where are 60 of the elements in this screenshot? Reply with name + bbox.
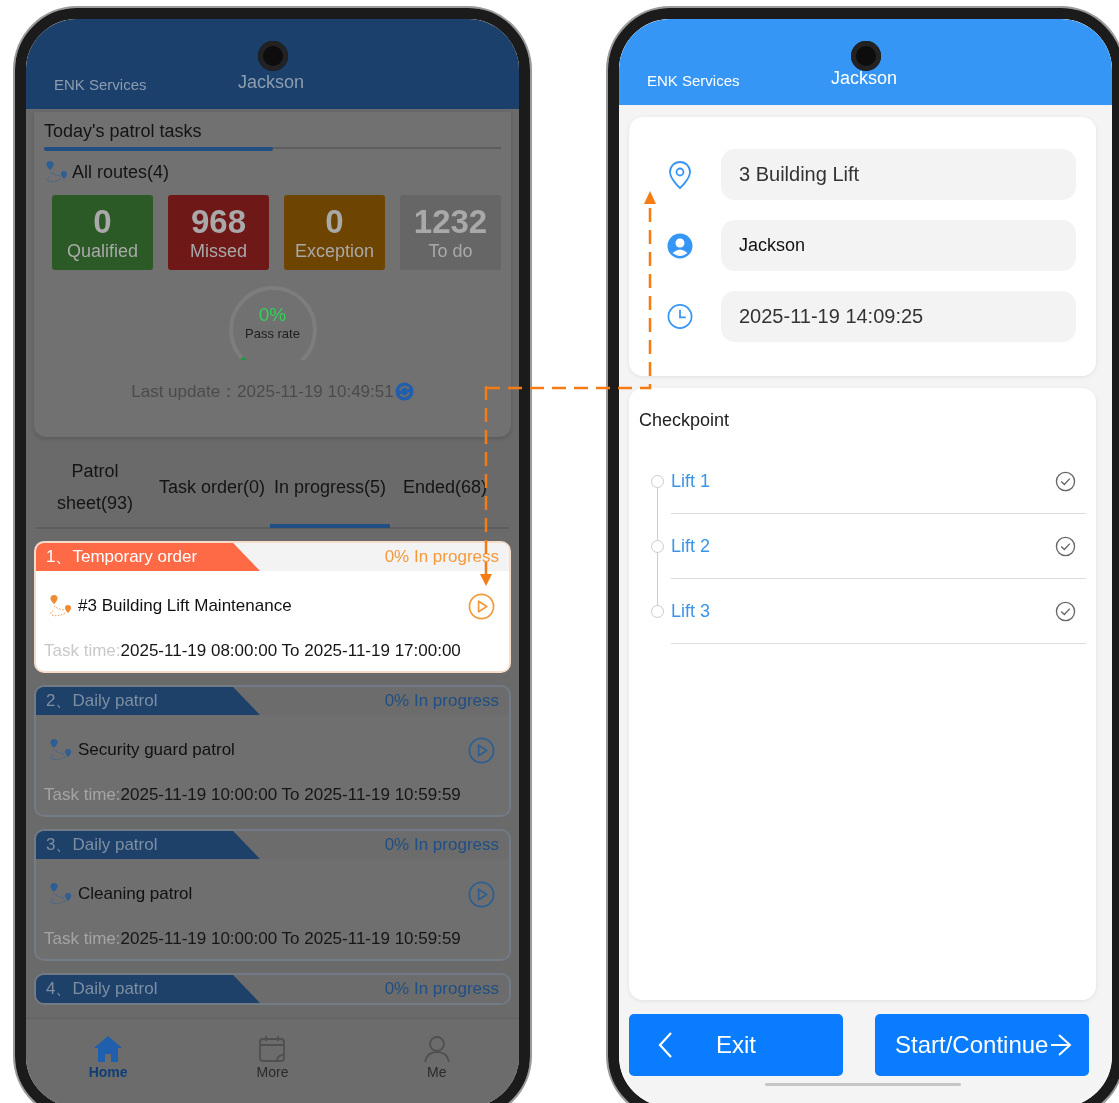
task-name: #3 Building Lift Maintenance <box>78 596 293 616</box>
checkpoint-item[interactable]: Lift 2 <box>671 535 711 557</box>
route-icon <box>48 881 74 907</box>
clock-icon <box>665 303 695 330</box>
info-field[interactable]: Jackson <box>721 220 1076 271</box>
route-icon <box>48 593 74 619</box>
brand-label: ENK Services <box>647 72 741 89</box>
person-icon <box>421 1034 452 1064</box>
brand-label: ENK Services <box>54 76 148 93</box>
checkpoint-title: Checkpoint <box>639 410 731 431</box>
task-tab[interactable]: Task order(0) <box>154 450 270 528</box>
task-type-tag: 2、Daily patrol <box>36 687 260 715</box>
pass-rate-label: Pass rate <box>245 326 300 341</box>
exit-button[interactable]: Exit <box>629 1014 843 1076</box>
stat-tile[interactable]: 0 Qualified <box>52 195 153 270</box>
nav-item[interactable]: Me <box>396 1019 477 1091</box>
routes-label[interactable]: All routes(4) <box>72 161 170 183</box>
check-circle-icon <box>1055 535 1076 557</box>
nav-item[interactable]: More <box>232 1019 313 1091</box>
task-time-value: 2025-11-19 10:00:00 To 2025-11-19 10:59:59 <box>120 785 461 804</box>
stat-tile[interactable]: 0 Exception <box>284 195 385 270</box>
task-tab[interactable]: Patrol sheet(93) <box>36 450 154 528</box>
task-type-tag: 1、Temporary order <box>36 543 260 571</box>
info-field[interactable]: 2025-11-19 14:09:25 <box>721 291 1076 342</box>
route-icon <box>48 737 74 763</box>
play-icon[interactable] <box>468 880 495 908</box>
checkpoint-item[interactable]: Lift 1 <box>671 470 711 492</box>
check-circle-icon <box>1055 470 1076 492</box>
nav-item[interactable]: Home <box>68 1019 149 1091</box>
task-name: Cleaning patrol <box>78 884 194 904</box>
task-status: 0% In progress <box>384 691 500 711</box>
task-status: 0% In progress <box>384 979 500 999</box>
checkpoint-item[interactable]: Lift 3 <box>671 600 711 622</box>
task-tab[interactable]: Ended(68) <box>390 450 500 528</box>
pass-rate-value: 0% <box>258 304 287 326</box>
task-type-tag: 4、Daily patrol <box>36 975 260 1003</box>
section-title: Today's patrol tasks <box>44 120 203 142</box>
route-icon <box>44 159 70 185</box>
task-name: Security guard patrol <box>78 740 236 760</box>
stat-tile[interactable]: 968 Missed <box>168 195 269 270</box>
task-time-value: 2025-11-19 08:00:00 To 2025-11-19 17:00:00 <box>120 641 461 660</box>
check-circle-icon <box>1055 600 1076 622</box>
calendar-icon <box>257 1034 288 1064</box>
user-name: Jackson <box>831 68 898 89</box>
task-time-value: 2025-11-19 10:00:00 To 2025-11-19 10:59:59 <box>120 929 461 948</box>
user-name: Jackson <box>238 72 305 93</box>
arrow-right-icon <box>1050 1033 1073 1057</box>
task-status: 0% In progress <box>384 835 500 855</box>
play-icon[interactable] <box>468 736 495 764</box>
info-field[interactable]: 3 Building Lift <box>721 149 1076 200</box>
task-tab[interactable]: In progress(5) <box>270 450 390 528</box>
person-icon <box>665 232 695 259</box>
chevron-left-icon <box>657 1031 673 1059</box>
start-button[interactable]: Start/Continue <box>875 1014 1089 1076</box>
task-status: 0% In progress <box>384 547 500 567</box>
refresh-icon[interactable] <box>394 382 414 401</box>
task-card[interactable]: 4、Daily patrol 0% In progress <box>34 973 511 1005</box>
play-icon[interactable] <box>468 592 495 620</box>
stat-tile[interactable]: 1232 To do <box>400 195 501 270</box>
task-type-tag: 3、Daily patrol <box>36 831 260 859</box>
